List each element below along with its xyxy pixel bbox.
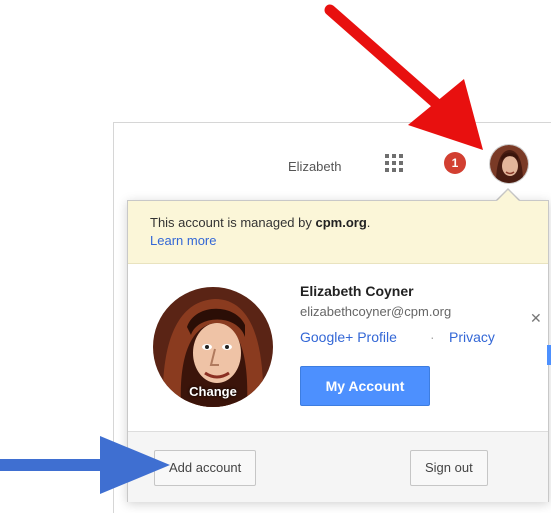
red-arrow-icon (324, 4, 483, 150)
blue-arrow-icon (0, 436, 170, 494)
annotation-overlay (0, 4, 483, 494)
